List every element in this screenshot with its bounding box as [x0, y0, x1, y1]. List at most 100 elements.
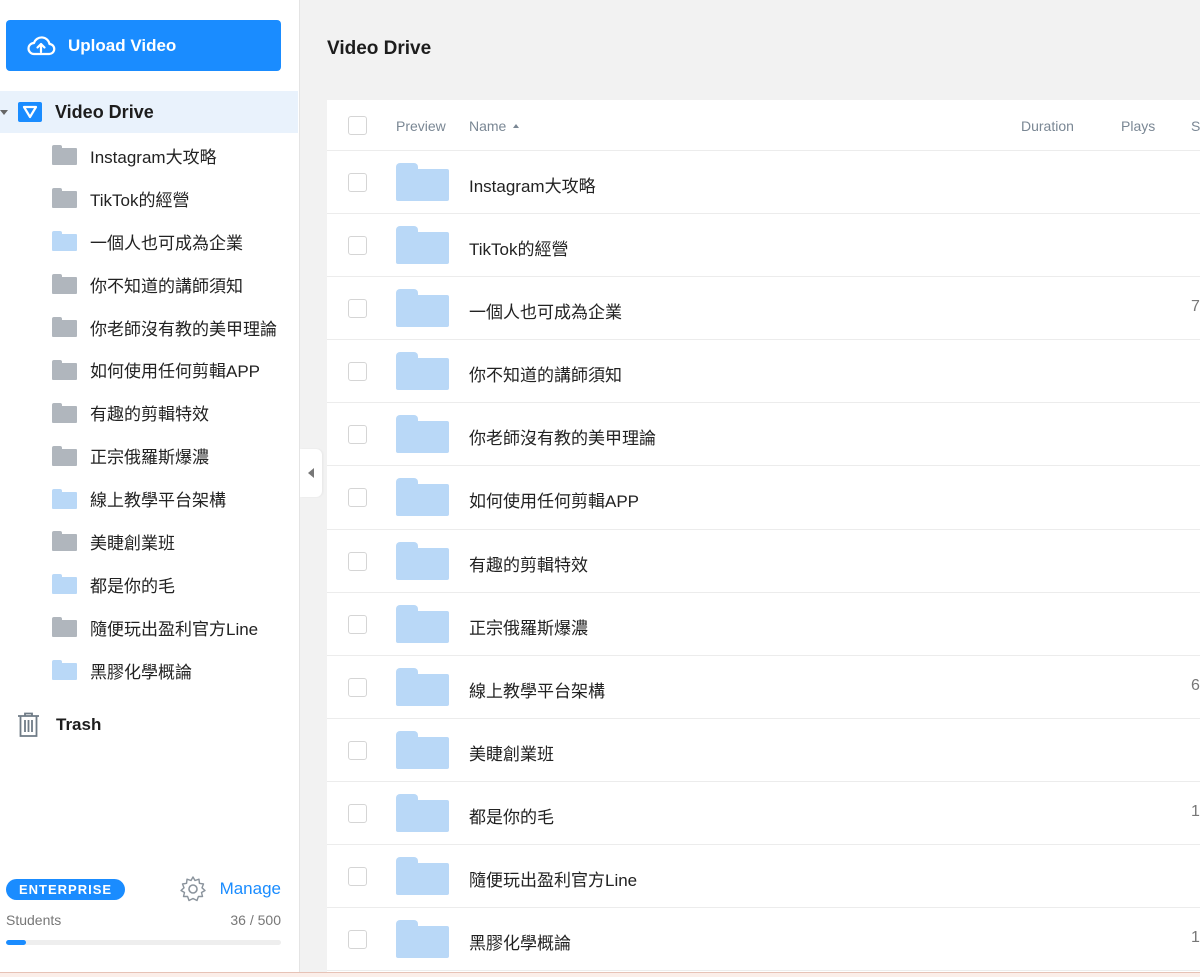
row-name[interactable]: 隨便玩出盈利官方Line	[469, 866, 637, 891]
row-checkbox[interactable]	[348, 362, 367, 382]
sidebar-folder-item[interactable]: 你老師沒有教的美甲理論	[0, 306, 298, 349]
sidebar-folder-item[interactable]: 有趣的剪輯特效	[0, 391, 298, 434]
table-row[interactable]: 隨便玩出盈利官方Line	[327, 845, 1200, 909]
sidebar-folder-item[interactable]: 線上教學平台架構	[0, 477, 298, 520]
folder-icon	[396, 352, 449, 391]
table-row[interactable]: 美睫創業班	[327, 719, 1200, 782]
row-checkbox[interactable]	[348, 299, 367, 319]
row-name[interactable]: Instagram大攻略	[469, 172, 596, 197]
sort-ascending-icon	[513, 124, 520, 128]
row-checkbox[interactable]	[348, 740, 367, 760]
sidebar-folder-item[interactable]: 黑膠化學概論	[0, 649, 298, 692]
cloud-upload-icon	[27, 35, 56, 55]
students-progress-bar	[6, 940, 281, 945]
folder-icon	[396, 415, 449, 454]
folder-icon	[396, 163, 449, 201]
students-usage: Students 36 / 500	[6, 912, 281, 928]
sidebar-folder-item[interactable]: TikTok的經營	[0, 177, 298, 220]
collapse-sidebar-button[interactable]	[300, 449, 322, 497]
table-header: Preview Name Duration Plays S	[327, 100, 1200, 151]
chevron-left-icon	[308, 468, 314, 478]
row-name[interactable]: 都是你的毛	[469, 803, 554, 828]
sidebar-folder-item[interactable]: Instagram大攻略	[0, 134, 298, 177]
sidebar-folder-label: 黑膠化學概論	[90, 662, 192, 682]
video-table: Preview Name Duration Plays S Instagram大…	[327, 100, 1200, 977]
table-row[interactable]: 線上教學平台架構 6	[327, 656, 1200, 719]
table-row[interactable]: 你老師沒有教的美甲理論	[327, 403, 1200, 467]
column-header-name-label: Name	[469, 118, 507, 134]
sidebar-folder-label: 隨便玩出盈利官方Line	[90, 619, 259, 639]
sidebar-folder-label: 你不知道的講師須知	[90, 276, 243, 296]
row-checkbox[interactable]	[348, 803, 367, 823]
column-header-size[interactable]: S	[1191, 118, 1200, 134]
table-row[interactable]: 你不知道的講師須知	[327, 340, 1200, 404]
row-name[interactable]: 線上教學平台架構	[469, 677, 605, 702]
plan-badge: ENTERPRISE	[6, 878, 126, 900]
sidebar-folder-label: TikTok的經營	[90, 190, 190, 210]
row-name[interactable]: 正宗俄羅斯爆濃	[469, 614, 588, 639]
table-row[interactable]: 都是你的毛 1	[327, 782, 1200, 846]
students-count: 36 / 500	[230, 912, 281, 928]
students-label: Students	[6, 912, 62, 928]
table-row[interactable]: 如何使用任何剪輯APP	[327, 466, 1200, 530]
row-name[interactable]: 美睫創業班	[469, 740, 554, 765]
folder-icon	[52, 660, 77, 681]
sidebar-folder-item[interactable]: 正宗俄羅斯爆濃	[0, 434, 298, 477]
row-checkbox[interactable]	[348, 551, 367, 571]
row-checkbox[interactable]	[348, 677, 367, 697]
row-name[interactable]: 你不知道的講師須知	[469, 361, 622, 386]
upload-video-button[interactable]: Upload Video	[6, 20, 281, 71]
folder-icon	[52, 145, 77, 166]
sidebar-folder-item[interactable]: 如何使用任何剪輯APP	[0, 348, 298, 391]
caret-down-icon[interactable]	[0, 109, 8, 115]
folder-icon	[52, 531, 77, 552]
row-checkbox[interactable]	[348, 867, 367, 887]
row-name[interactable]: 有趣的剪輯特效	[469, 551, 588, 576]
page-title: Video Drive	[327, 38, 432, 59]
folder-icon	[396, 604, 449, 643]
row-checkbox[interactable]	[348, 488, 367, 508]
sidebar-item-video-drive[interactable]: Video Drive	[0, 91, 298, 133]
sidebar-folder-item[interactable]: 一個人也可成為企業	[0, 220, 298, 263]
row-checkbox[interactable]	[348, 614, 367, 634]
column-header-plays[interactable]: Plays	[1121, 118, 1155, 134]
table-row[interactable]: 有趣的剪輯特效	[327, 530, 1200, 593]
sidebar-folder-item[interactable]: 都是你的毛	[0, 563, 298, 606]
row-checkbox[interactable]	[348, 173, 367, 192]
column-header-name[interactable]: Name	[469, 118, 520, 134]
table-row[interactable]: 正宗俄羅斯爆濃	[327, 593, 1200, 656]
video-drive-label: Video Drive	[55, 101, 154, 122]
row-name[interactable]: 黑膠化學概論	[469, 929, 571, 954]
column-header-duration[interactable]: Duration	[1021, 118, 1074, 134]
sidebar-folder-label: Instagram大攻略	[90, 147, 217, 167]
folder-icon	[52, 402, 77, 423]
folder-icon	[52, 359, 77, 380]
folder-icon	[52, 445, 77, 466]
row-name[interactable]: TikTok的經營	[469, 235, 569, 260]
sidebar-item-trash[interactable]: Trash	[0, 704, 298, 746]
row-name[interactable]: 一個人也可成為企業	[469, 298, 622, 323]
select-all-checkbox[interactable]	[348, 115, 367, 135]
folder-icon	[52, 617, 77, 638]
folder-icon	[52, 231, 77, 252]
row-checkbox[interactable]	[348, 930, 367, 950]
trash-label: Trash	[56, 715, 102, 734]
sidebar-folder-item[interactable]: 你不知道的講師須知	[0, 263, 298, 306]
sidebar-folder-label: 一個人也可成為企業	[90, 233, 243, 253]
table-row[interactable]: 一個人也可成為企業 7	[327, 277, 1200, 341]
table-row[interactable]: Instagram大攻略	[327, 151, 1200, 215]
row-checkbox[interactable]	[348, 425, 367, 445]
sidebar-folder-label: 線上教學平台架構	[90, 491, 226, 511]
row-name[interactable]: 你老師沒有教的美甲理論	[469, 424, 656, 449]
row-name[interactable]: 如何使用任何剪輯APP	[469, 487, 639, 512]
manage-button[interactable]: Manage	[178, 874, 281, 904]
row-checkbox[interactable]	[348, 236, 367, 256]
folder-icon	[52, 488, 77, 509]
sidebar-folder-item[interactable]: 隨便玩出盈利官方Line	[0, 606, 298, 649]
table-row[interactable]: TikTok的經營	[327, 214, 1200, 278]
sidebar-folder-label: 你老師沒有教的美甲理論	[90, 319, 277, 339]
folder-icon	[396, 730, 449, 769]
sidebar-folder-item[interactable]: 美睫創業班	[0, 520, 298, 563]
gear-icon	[179, 876, 206, 902]
table-row[interactable]: 黑膠化學概論 1	[327, 908, 1200, 972]
